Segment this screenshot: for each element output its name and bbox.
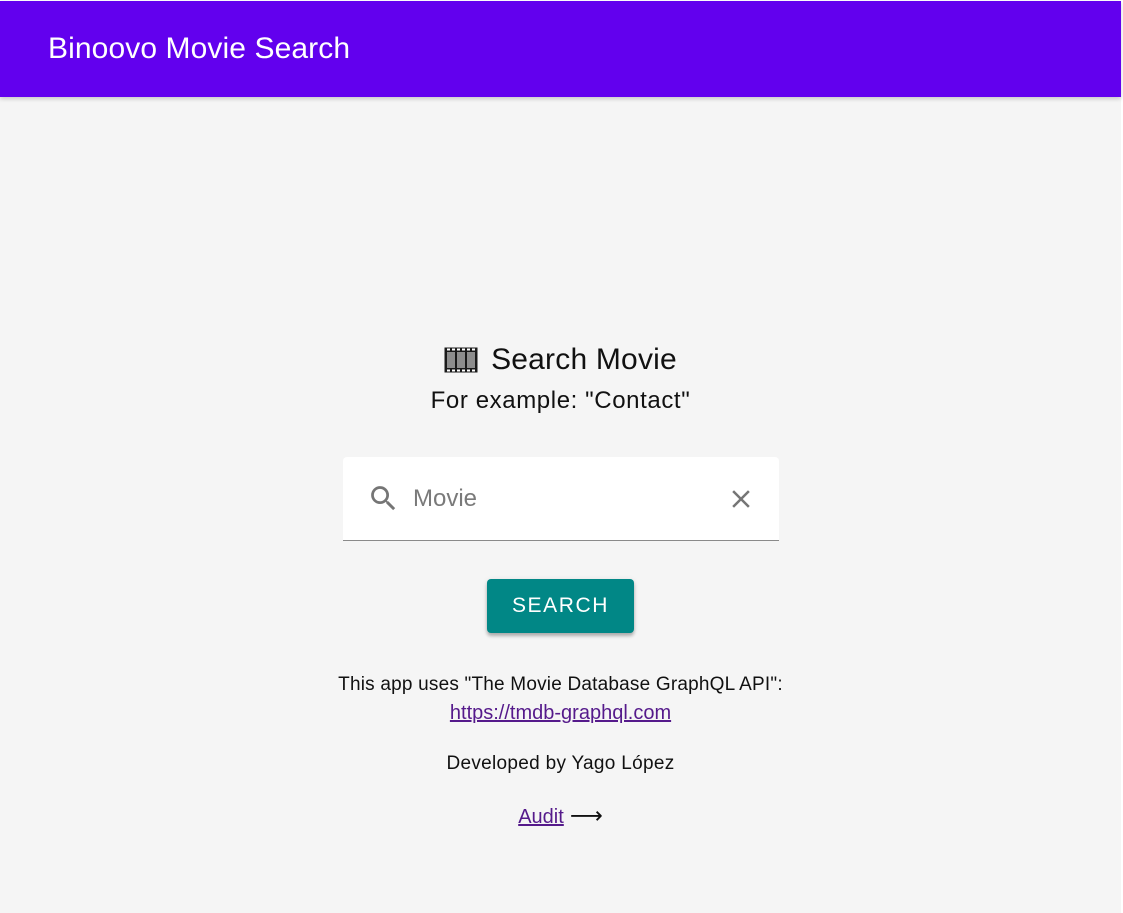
search-icon: [371, 486, 396, 511]
search-heading-row: Search Movie: [0, 340, 1121, 380]
app-title: Binoovo Movie Search: [48, 32, 351, 65]
search-example-hint: For example: "Contact": [430, 387, 691, 414]
film-frames-icon: [444, 347, 478, 373]
audit-link[interactable]: Audit: [518, 806, 564, 828]
arrow-right-icon: ⟶: [569, 802, 603, 828]
developer-credit: Developed by Yago López: [446, 753, 675, 774]
close-icon[interactable]: [726, 484, 756, 514]
tmdb-graphql-link[interactable]: https://tmdb-graphql.com: [450, 702, 671, 724]
api-link-row: https://tmdb-graphql.com: [0, 701, 1121, 726]
audit-row: Audit ⟶: [0, 803, 1121, 830]
app-bar: Binoovo Movie Search: [0, 1, 1121, 97]
search-button[interactable]: SEARCH: [487, 579, 634, 633]
movie-search-input[interactable]: [413, 479, 713, 519]
movie-search-field[interactable]: [343, 457, 779, 541]
api-credit-text: This app uses "The Movie Database GraphQ…: [338, 674, 783, 695]
search-heading: Search Movie: [491, 343, 677, 376]
